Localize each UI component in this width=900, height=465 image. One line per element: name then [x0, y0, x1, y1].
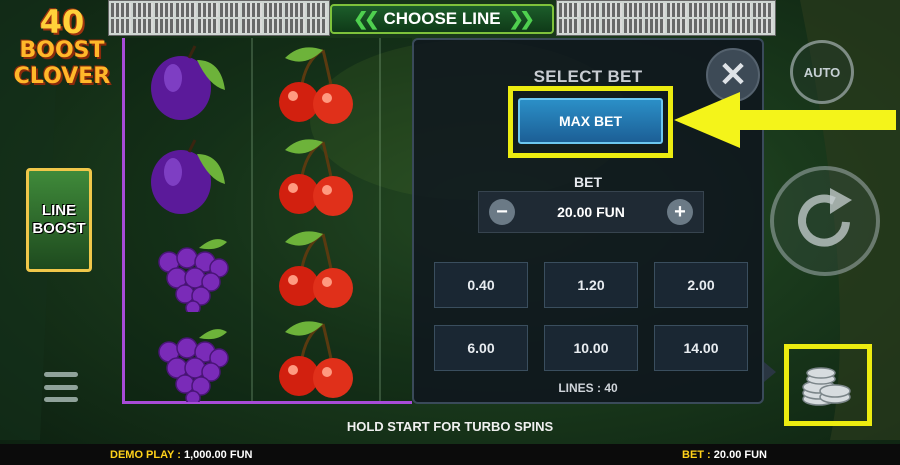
max-bet-button[interactable]: MAX BET: [518, 98, 663, 144]
cherries-symbol: [279, 139, 353, 216]
spin-button[interactable]: [770, 166, 880, 276]
bet-option[interactable]: 6.00: [434, 325, 528, 371]
turbo-hint: HOLD START FOR TURBO SPINS: [346, 419, 554, 434]
logo-number: 40: [39, 3, 85, 41]
bet-option[interactable]: 10.00: [544, 325, 638, 371]
game-logo: 40 BOOST CLOVER: [12, 6, 112, 90]
bet-status-value: 20.00 FUN: [713, 448, 767, 461]
choose-line-label: CHOOSE LINE: [383, 9, 501, 28]
line-boost-label-2: BOOST: [32, 220, 86, 237]
line-boost-label-1: LINE: [41, 202, 77, 219]
auto-label: AUTO: [803, 64, 841, 80]
bet-option[interactable]: 2.00: [654, 262, 748, 308]
bet-status-label: BET :: [682, 448, 711, 461]
reel-grid: [122, 38, 412, 404]
increase-bet-button[interactable]: +: [666, 199, 693, 225]
status-bar: DEMO PLAY : 1,000.00 FUN BET : 20.00 FUN: [0, 444, 900, 465]
bet-stepper: − 20.00 FUN +: [478, 191, 704, 233]
current-bet-value: 20.00 FUN: [557, 204, 625, 220]
coins-icon: [802, 367, 851, 406]
bet-coins-button[interactable]: [792, 352, 862, 418]
choose-line-button[interactable]: ❮❮ CHOOSE LINE ❯❯: [330, 4, 554, 34]
line-boost-feature[interactable]: LINE BOOST: [26, 168, 92, 272]
cherries-symbol: [279, 321, 353, 398]
chevron-left-icon: ❮❮: [353, 8, 379, 29]
plum-symbol: [151, 139, 225, 214]
cherries-symbol: [279, 231, 353, 308]
cherries-symbol: [279, 47, 353, 124]
logo-word-clover: CLOVER: [13, 64, 111, 89]
bet-status: BET : 20.00 FUN: [682, 449, 767, 461]
payline-indicator-right: [556, 0, 776, 36]
menu-icon[interactable]: [44, 372, 78, 402]
decrease-bet-button[interactable]: −: [489, 199, 515, 225]
arrow-pointer-icon: [674, 92, 896, 148]
grapes-symbol: [158, 239, 229, 312]
bet-label: BET: [574, 174, 602, 190]
autoplay-button[interactable]: AUTO: [790, 40, 854, 104]
chevron-right-icon: ❯❯: [508, 8, 535, 29]
spin-arrow-icon: [798, 188, 852, 247]
demo-balance: DEMO PLAY : 1,000.00 FUN: [110, 449, 252, 461]
bet-option[interactable]: 1.20: [544, 262, 638, 308]
panel-tab: [764, 362, 776, 382]
bet-option[interactable]: 14.00: [654, 325, 748, 371]
grapes-symbol: [158, 329, 229, 402]
plum-symbol: [151, 45, 225, 120]
demo-value: 1,000.00 FUN: [183, 448, 253, 461]
lines-count: LINES : 40: [558, 381, 618, 395]
logo-word-boost: BOOST: [19, 38, 105, 63]
bet-option[interactable]: 0.40: [434, 262, 528, 308]
payline-indicator-left: [108, 0, 330, 36]
demo-label: DEMO PLAY :: [110, 448, 181, 461]
